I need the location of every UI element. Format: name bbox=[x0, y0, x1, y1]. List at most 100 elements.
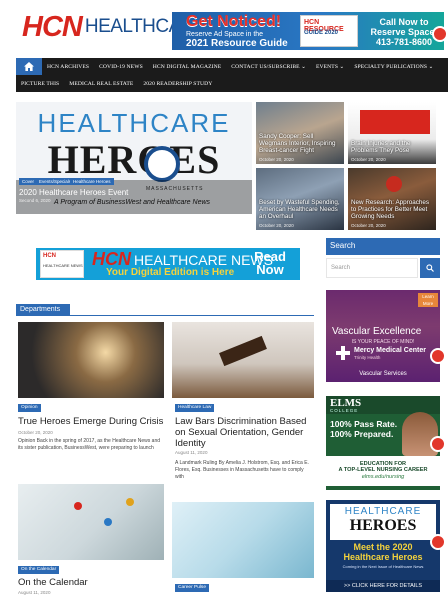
hero-tag-events[interactable]: Events/Specials bbox=[36, 178, 75, 185]
elms-pass-line: 100% Prepared. bbox=[330, 429, 394, 439]
card-image-calendar[interactable] bbox=[18, 484, 164, 560]
now-word: Now bbox=[256, 262, 284, 277]
banner-read-now: Read Now bbox=[242, 250, 298, 276]
search-icon bbox=[426, 264, 434, 272]
story-tile-date: October 20, 2020 bbox=[351, 157, 386, 162]
elms-url[interactable]: elms.edu/nursing bbox=[326, 474, 440, 480]
story-tile[interactable]: Brain Injuries and the Problems They Pos… bbox=[348, 102, 436, 164]
pin-red bbox=[74, 502, 82, 510]
story-tile-date: October 20, 2020 bbox=[259, 223, 294, 228]
card-tag[interactable]: Opinion bbox=[18, 404, 41, 412]
card-tag[interactable]: Healthcare Law bbox=[175, 404, 215, 412]
nav-digital-magazine[interactable]: HCN DIGITAL MAGAZINE bbox=[148, 64, 226, 70]
story-tile-title: Beset by Wasteful Spending, American Hea… bbox=[259, 199, 340, 220]
resource-guide-ad[interactable]: Get Noticed! Reserve Ad Space in the 202… bbox=[172, 12, 444, 50]
heroes-click-here[interactable]: >> CLICK HERE FOR DETAILS bbox=[326, 580, 440, 592]
hero-caption-bar bbox=[16, 180, 252, 214]
elms-nursing-ad[interactable]: ELMS COLLEGE 100% Pass Rate. 100% Prepar… bbox=[326, 396, 440, 490]
mercy-service: Vascular Services bbox=[359, 371, 407, 377]
nav-specialty-publications[interactable]: SPECIALTY PUBLICATIONS ⌄ bbox=[349, 64, 438, 70]
healthcare-heroes-ad[interactable]: HEALTHCARE HEROES Meet the 2020 Healthca… bbox=[326, 500, 440, 592]
card-image-medical[interactable] bbox=[172, 502, 314, 578]
elms-pass: 100% Pass Rate. 100% Prepared. bbox=[330, 419, 397, 439]
story-tile-title: Brain Injuries and the Problems They Pos… bbox=[351, 140, 411, 154]
nav-readership-study[interactable]: 2020 READERSHIP STUDY bbox=[138, 81, 217, 87]
more-word: More bbox=[422, 301, 434, 306]
main-nav: HCN ARCHIVES COVID-19 NEWS HCN DIGITAL M… bbox=[16, 58, 448, 92]
magazine-mark: HCN bbox=[43, 253, 56, 259]
hero-word-heroes: HEROES bbox=[47, 137, 221, 182]
ad-line-2: 2021 Resource Guide bbox=[186, 38, 288, 49]
heroes-word-b: HEROES bbox=[349, 517, 417, 534]
gavel-head bbox=[219, 335, 267, 367]
magazine-cover: HCN HEALTHCARE NEWS bbox=[40, 250, 84, 278]
mercy-tagline: IS YOUR PEACE OF MIND! bbox=[351, 339, 415, 345]
story-tile[interactable]: Sandy Cooper: Sell Wegmans Interior, Ins… bbox=[256, 102, 344, 164]
card-date: August 11, 2020 bbox=[175, 450, 208, 455]
search-input[interactable]: Search bbox=[326, 258, 418, 278]
hero-headline[interactable]: 2020 Healthcare Heroes Event bbox=[19, 188, 128, 197]
learn-more-badge[interactable]: Learn More bbox=[418, 293, 438, 307]
departments-rule bbox=[16, 315, 314, 316]
mercy-vascular-ad[interactable]: Learn More Vascular Excellence IS YOUR P… bbox=[326, 290, 440, 382]
card-excerpt: A Landmark Ruling By Amelia J. Holstrom,… bbox=[175, 460, 309, 480]
hero-date: Second 6, 2020 bbox=[19, 198, 51, 203]
logo-mark: HCN bbox=[22, 10, 83, 43]
story-tile[interactable]: New Research: Approaches to Practices fo… bbox=[348, 168, 436, 230]
card-date: October 20, 2020 bbox=[18, 430, 53, 435]
card-image-lightbulb[interactable] bbox=[18, 322, 164, 398]
heroes-meet-line: Meet the 2020 bbox=[353, 542, 413, 552]
heroes-word-a: HEALTHCARE bbox=[344, 506, 422, 517]
ad-call-text: Call Now to Reserve Space! 413-781-8600 bbox=[368, 17, 440, 47]
search-widget-rule bbox=[326, 254, 440, 255]
annotation-marker bbox=[430, 348, 446, 364]
pin-yellow bbox=[126, 498, 134, 506]
card-title[interactable]: On the Calendar bbox=[18, 577, 168, 588]
nav-covid-news[interactable]: COVID-19 NEWS bbox=[94, 64, 148, 70]
elms-edu-box: EDUCATION FOR A TOP-LEVEL NURSING CAREER… bbox=[326, 456, 440, 486]
magazine-sub: HEALTHCARE NEWS bbox=[43, 263, 83, 268]
nav-medical-real-estate[interactable]: MEDICAL REAL ESTATE bbox=[64, 81, 138, 87]
featured-story[interactable]: HEALTHCARE HEROES MASSACHUSETTS Cover Ev… bbox=[16, 102, 252, 214]
site-header: HCN HEALTHCARE NEWS Get Noticed! Reserve… bbox=[0, 0, 448, 56]
annotation-marker bbox=[430, 436, 446, 452]
ad-call-line: Call Now to bbox=[379, 17, 429, 27]
story-tile-date: October 20, 2020 bbox=[259, 157, 294, 162]
hcn-mark bbox=[360, 110, 430, 134]
hero-word-healthcare: HEALTHCARE bbox=[37, 108, 231, 138]
story-tile[interactable]: Beset by Wasteful Spending, American Hea… bbox=[256, 168, 344, 230]
hero-program-line: A Program of BusinessWest and Healthcare… bbox=[54, 199, 211, 206]
mercy-headline: Vascular Excellence bbox=[332, 326, 422, 337]
nav-row-2: PICTURE THIS MEDICAL REAL ESTATE 2020 RE… bbox=[16, 75, 217, 92]
apple-image bbox=[386, 176, 402, 192]
nav-events[interactable]: EVENTS ⌄ bbox=[311, 64, 349, 70]
banner-digital-edition: Your Digital Edition is Here bbox=[106, 267, 235, 278]
annotation-marker bbox=[430, 534, 446, 550]
elms-college: COLLEGE bbox=[330, 408, 359, 413]
ad-line-1: Reserve Ad Space in the bbox=[186, 31, 264, 38]
guide-sub: GUIDE 2020 bbox=[304, 30, 339, 36]
nav-contact-subscribe[interactable]: CONTACT US/SUBSCRIBE ⌄ bbox=[226, 64, 311, 70]
card-image-gavel[interactable] bbox=[172, 322, 314, 398]
elms-edu-line: A TOP-LEVEL NURSING CAREER bbox=[338, 467, 428, 474]
heroes-meet-line: Healthcare Heroes bbox=[343, 552, 423, 562]
nav-row-1: HCN ARCHIVES COVID-19 NEWS HCN DIGITAL M… bbox=[16, 58, 438, 75]
card-tag[interactable]: On the Calendar bbox=[18, 566, 60, 574]
story-tile-title: New Research: Approaches to Practices fo… bbox=[351, 199, 430, 220]
search-button[interactable] bbox=[420, 258, 440, 278]
hero-tag-cover[interactable]: Cover bbox=[19, 178, 38, 185]
home-button[interactable] bbox=[16, 58, 42, 75]
nav-picture-this[interactable]: PICTURE THIS bbox=[16, 81, 64, 87]
card-tag[interactable]: Career Pulse bbox=[175, 584, 209, 592]
digital-edition-banner[interactable]: HCN HEALTHCARE NEWS HCN HEALTHCARE NEWS … bbox=[36, 248, 300, 280]
mercy-cross-icon bbox=[336, 346, 350, 360]
card-title[interactable]: Law Bars Discrimination Based on Sexual … bbox=[175, 416, 315, 449]
learn-word: Learn bbox=[422, 294, 434, 299]
nav-hcn-archives[interactable]: HCN ARCHIVES bbox=[42, 64, 94, 70]
hero-tag-heroes[interactable]: Healthcare Heroes bbox=[70, 178, 114, 185]
hero-state: MASSACHUSETTS bbox=[146, 186, 204, 192]
ad-call-phone: 413-781-8600 bbox=[375, 37, 433, 47]
home-icon bbox=[24, 62, 34, 71]
card-title[interactable]: True Heroes Emerge During Crisis bbox=[18, 416, 168, 427]
ad-call-line: Reserve Space! bbox=[370, 27, 438, 37]
